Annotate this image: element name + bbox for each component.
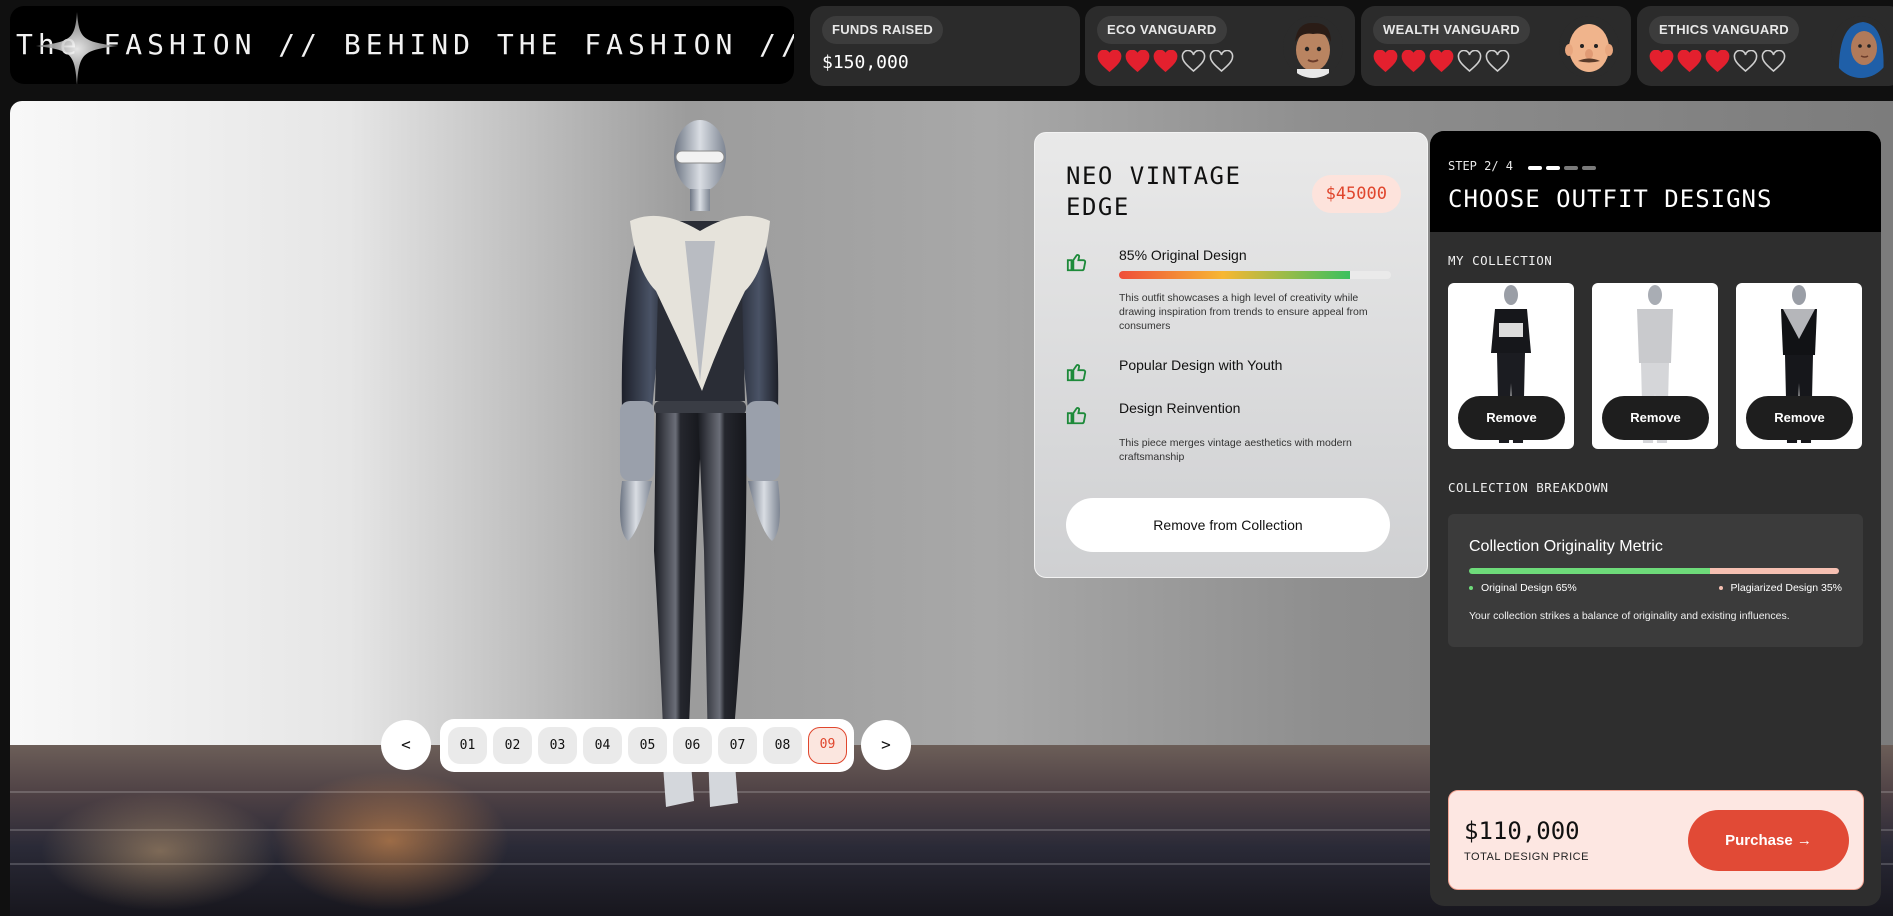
heart-empty-icon [1761,50,1786,73]
funds-raised-value: $150,000 [822,52,909,73]
heart-empty-icon [1733,50,1758,73]
outfit-title: NEO VINTAGE EDGE [1066,162,1242,221]
heart-empty-icon [1485,50,1510,73]
total-price-box: $110,000 TOTAL DESIGN PRICE Purchase → [1448,790,1864,890]
page-button-04[interactable]: 04 [583,727,622,764]
step-dot [1582,166,1596,170]
vanguard-label: ETHICS VANGUARD [1649,16,1799,44]
originality-split-bar [1469,568,1839,574]
remove-button[interactable]: Remove [1746,396,1853,440]
heart-filled-icon [1153,50,1178,73]
metric-note: Your collection strikes a balance of ori… [1469,610,1790,622]
heart-filled-icon [1097,50,1122,73]
heart-filled-icon [1677,50,1702,73]
originality-progress-fill [1119,271,1351,279]
panel-title: CHOOSE OUTFIT DESIGNS [1448,185,1773,213]
original-legend-label: Original Design 65% [1481,582,1577,594]
plagiarized-legend-label: Plagiarized Design 35% [1730,582,1842,594]
feature-description: This piece merges vintage aesthetics wit… [1119,437,1352,463]
ethics-avatar [1831,16,1891,78]
wealth-vanguard-card[interactable]: WEALTH VANGUARD [1361,6,1631,86]
remove-from-collection-button[interactable]: Remove from Collection [1066,498,1390,552]
remove-button[interactable]: Remove [1602,396,1709,440]
step-dot [1528,166,1542,170]
original-segment [1469,568,1710,574]
originality-metric-card: Collection Originality Metric Original D… [1448,514,1863,647]
sparkle-logo-icon [36,12,118,84]
next-page-button[interactable]: > [861,720,911,770]
feature-name: Design Reinvention [1119,400,1241,416]
floor-reflection [270,771,510,911]
step-dot [1564,166,1578,170]
purchase-button[interactable]: Purchase → [1688,810,1849,871]
outfit-detail-card: NEO VINTAGE EDGE $45000 85% Original Des… [1034,132,1428,578]
thumbs-up-icon [1066,364,1087,382]
marquee-banner: The FASHION // BEHIND THE FASHION // BEH… [10,6,794,84]
heart-filled-icon [1373,50,1398,73]
page-button-07[interactable]: 07 [718,727,757,764]
heart-filled-icon [1705,50,1730,73]
heart-filled-icon [1649,50,1674,73]
heart-empty-icon [1181,50,1206,73]
thumbs-up-icon [1066,254,1087,272]
heart-empty-icon [1457,50,1482,73]
original-legend: Original Design 65% [1469,582,1577,594]
hearts-rating [1373,50,1510,74]
originality-progress-bar [1119,271,1391,279]
page-button-05[interactable]: 05 [628,727,667,764]
top-bar: The FASHION // BEHIND THE FASHION // BEH… [10,6,1893,86]
marquee-text: The FASHION // BEHIND THE FASHION // BEH… [16,28,794,61]
plagiarized-legend: Plagiarized Design 35% [1718,582,1842,594]
total-label: TOTAL DESIGN PRICE [1464,851,1589,863]
floor-reflection [40,791,280,911]
collection-item[interactable]: Remove [1448,283,1574,449]
step-progress-dots [1528,166,1596,170]
step-dot [1546,166,1560,170]
wealth-avatar [1559,16,1619,78]
my-collection-heading: MY COLLECTION [1448,253,1553,268]
page-button-02[interactable]: 02 [493,727,532,764]
eco-avatar [1283,16,1343,78]
hearts-rating [1649,50,1786,74]
remove-button[interactable]: Remove [1458,396,1565,440]
total-amount: $110,000 [1464,817,1580,845]
eco-vanguard-card[interactable]: ECO VANGUARD [1085,6,1355,86]
heart-filled-icon [1429,50,1454,73]
funds-raised-card: FUNDS RAISED $150,000 [810,6,1080,86]
page-button-01[interactable]: 01 [448,727,487,764]
prev-page-button[interactable]: < [381,720,431,770]
outfit-selection-panel: STEP 2/ 4 CHOOSE OUTFIT DESIGNS MY COLLE… [1430,131,1881,906]
panel-header: STEP 2/ 4 CHOOSE OUTFIT DESIGNS [1430,131,1881,232]
feature-name: Popular Design with Youth [1119,357,1283,373]
feature-name: 85% Original Design [1119,247,1247,263]
collection-item[interactable]: Remove [1592,283,1718,449]
collection-thumbnails: Remove Remove Remove [1448,283,1862,449]
legend-dot [1469,586,1473,591]
outfit-price-badge: $45000 [1311,175,1401,213]
page-button-09[interactable]: 09 [808,727,847,764]
page-button-08[interactable]: 08 [763,727,802,764]
legend-dot [1718,586,1723,591]
collection-breakdown-heading: COLLECTION BREAKDOWN [1448,480,1609,495]
page-selector: 01 02 03 04 05 06 07 08 09 [440,719,854,772]
feature-description: This outfit showcases a high level of cr… [1119,292,1368,332]
vanguard-label: WEALTH VANGUARD [1373,16,1530,44]
page-button-06[interactable]: 06 [673,727,712,764]
hearts-rating [1097,50,1234,74]
metric-title: Collection Originality Metric [1469,538,1663,555]
funds-raised-label: FUNDS RAISED [822,16,944,44]
collection-item[interactable]: Remove [1736,283,1862,449]
thumbs-up-icon [1066,407,1087,425]
step-indicator: STEP 2/ 4 [1448,159,1514,173]
ethics-vanguard-card[interactable]: ETHICS VANGUARD [1637,6,1893,86]
vanguard-label: ECO VANGUARD [1097,16,1227,44]
heart-filled-icon [1125,50,1150,73]
heart-filled-icon [1401,50,1426,73]
heart-empty-icon [1209,50,1234,73]
plagiarized-segment [1709,568,1839,574]
page-button-03[interactable]: 03 [538,727,577,764]
